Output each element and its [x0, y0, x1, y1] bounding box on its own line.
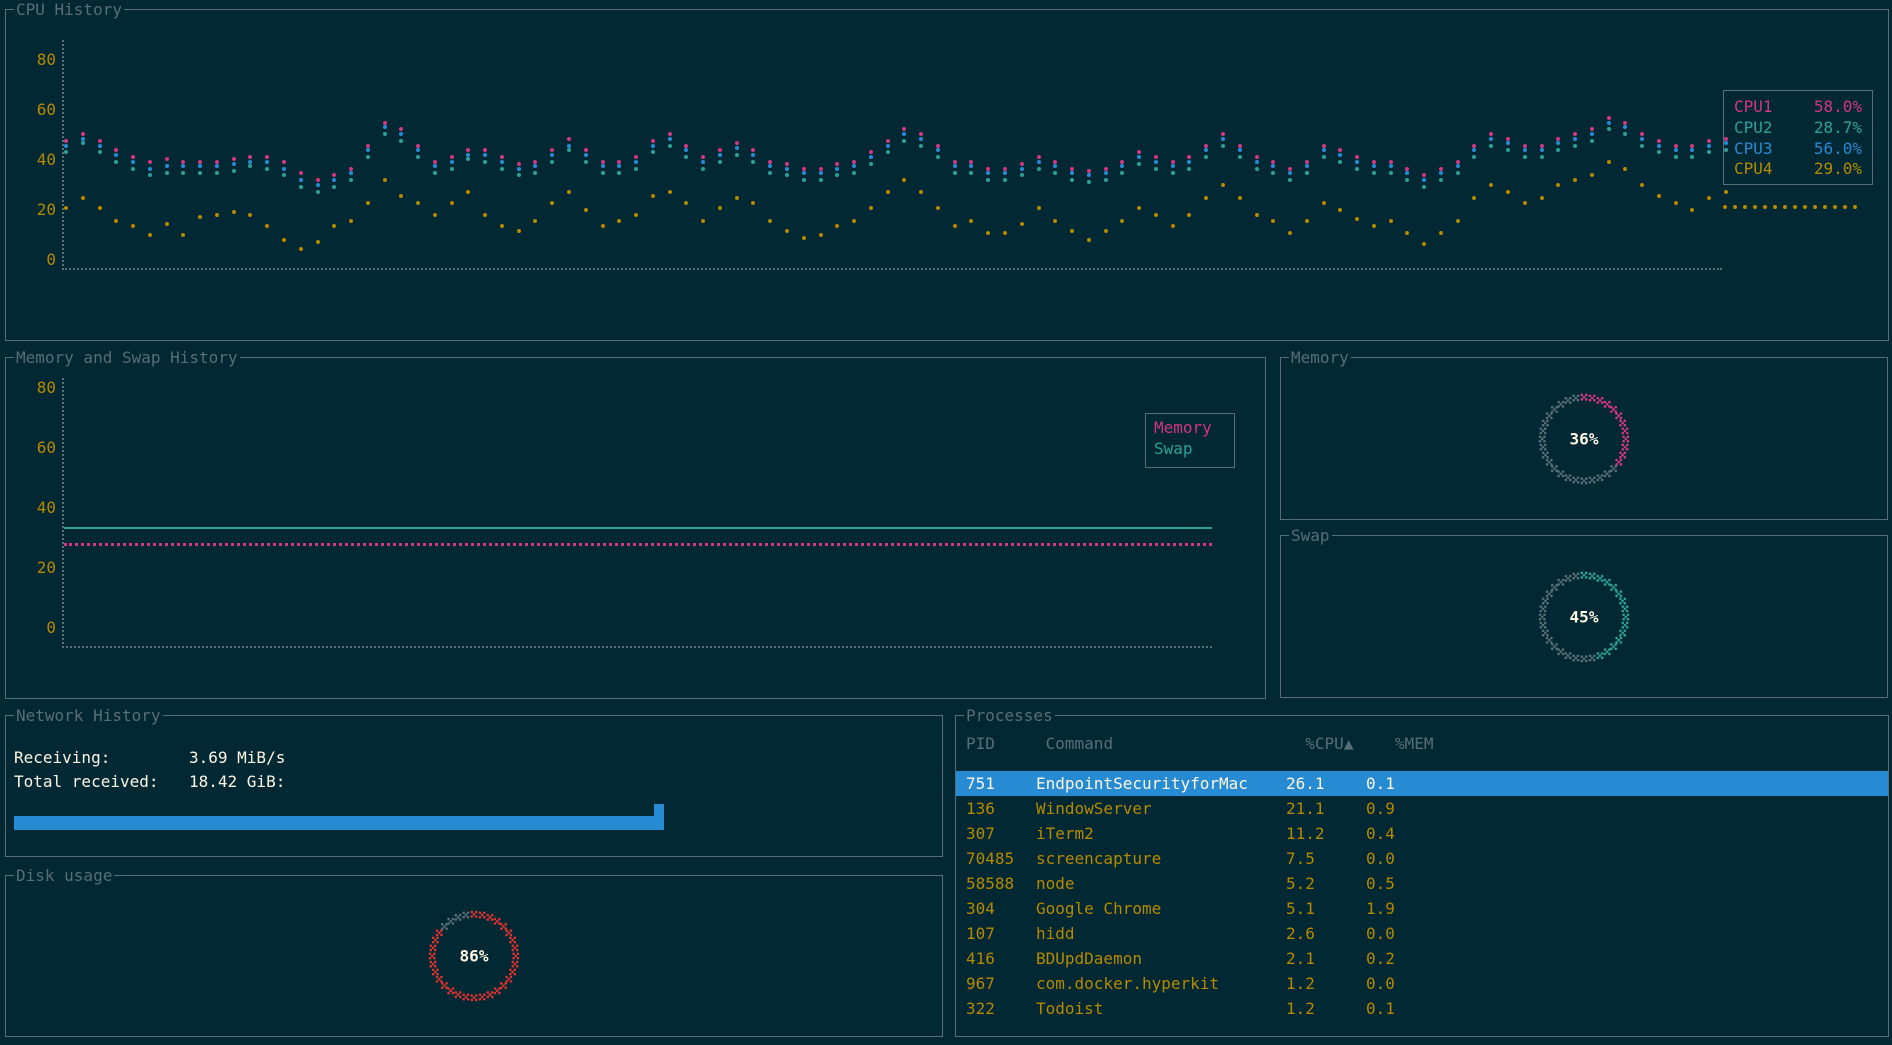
memory-gauge-title: Memory — [1289, 348, 1351, 367]
col-command[interactable]: Command — [1046, 734, 1296, 753]
col-pid[interactable]: PID — [966, 734, 1036, 753]
mem-y-axis: 806040200 — [26, 388, 66, 638]
table-row[interactable]: 107hidd2.60.0 — [966, 921, 1878, 946]
disk-usage-title: Disk usage — [14, 866, 114, 885]
table-row[interactable]: 967com.docker.hyperkit1.20.0 — [966, 971, 1878, 996]
memory-swap-history-panel: Memory and Swap History 806040200 Memory… — [5, 357, 1266, 699]
cpu-history-panel: CPU History 806040200 CPU158.0%CPU228.7%… — [5, 9, 1889, 341]
swap-gauge-value: 45% — [1529, 607, 1639, 626]
swap-gauge-title: Swap — [1289, 526, 1332, 545]
table-row[interactable]: 322Todoist1.20.1 — [966, 996, 1878, 1021]
table-row[interactable]: 58588node5.20.5 — [966, 871, 1878, 896]
col-cpu[interactable]: %CPU▲ — [1305, 734, 1385, 753]
disk-gauge: 86% — [419, 901, 529, 1011]
table-row[interactable]: 136WindowServer21.10.9 — [966, 796, 1878, 821]
cpu-legend-trail — [1723, 205, 1873, 235]
net-total-value: 18.42 GiB: — [189, 772, 285, 791]
network-history-title: Network History — [14, 706, 163, 725]
table-row[interactable]: 307iTerm211.20.4 — [966, 821, 1878, 846]
mem-legend: MemorySwap — [1145, 413, 1235, 468]
memory-gauge-value: 36% — [1529, 429, 1639, 448]
table-row[interactable]: 751EndpointSecurityforMac26.10.1 — [956, 771, 1888, 796]
net-recv-label: Receiving: — [14, 746, 189, 770]
table-row[interactable]: 416BDUpdDaemon2.10.2 — [966, 946, 1878, 971]
network-spike — [654, 804, 664, 830]
processes-header[interactable]: PID Command %CPU▲ %MEM — [966, 734, 1878, 753]
processes-title: Processes — [964, 706, 1055, 725]
processes-rows[interactable]: 751EndpointSecurityforMac26.10.1136Windo… — [966, 771, 1878, 1021]
memory-swap-history-title: Memory and Swap History — [14, 348, 240, 367]
cpu-legend: CPU158.0%CPU228.7%CPU356.0%CPU429.0% — [1723, 90, 1873, 185]
network-sparkline — [14, 816, 684, 830]
disk-usage-panel: Disk usage 86% — [5, 875, 943, 1037]
cpu-y-axis: 806040200 — [26, 60, 66, 280]
net-total-label: Total received: — [14, 770, 189, 794]
network-history-panel: Network History Receiving:3.69 MiB/s Tot… — [5, 715, 943, 857]
memory-gauge: 36% — [1529, 384, 1639, 494]
col-mem[interactable]: %MEM — [1395, 734, 1455, 753]
disk-gauge-value: 86% — [419, 947, 529, 966]
swap-gauge: 45% — [1529, 562, 1639, 672]
cpu-chart-area — [62, 40, 1722, 270]
cpu-history-title: CPU History — [14, 0, 124, 19]
net-recv-value: 3.69 MiB/s — [189, 748, 285, 767]
mem-chart-area — [62, 378, 1212, 648]
memory-gauge-panel: Memory 36% — [1280, 357, 1888, 520]
swap-gauge-panel: Swap 45% — [1280, 535, 1888, 698]
network-text: Receiving:3.69 MiB/s Total received:18.4… — [14, 746, 285, 794]
processes-panel[interactable]: Processes PID Command %CPU▲ %MEM 751Endp… — [955, 715, 1889, 1037]
table-row[interactable]: 304Google Chrome5.11.9 — [966, 896, 1878, 921]
table-row[interactable]: 70485screencapture7.50.0 — [966, 846, 1878, 871]
